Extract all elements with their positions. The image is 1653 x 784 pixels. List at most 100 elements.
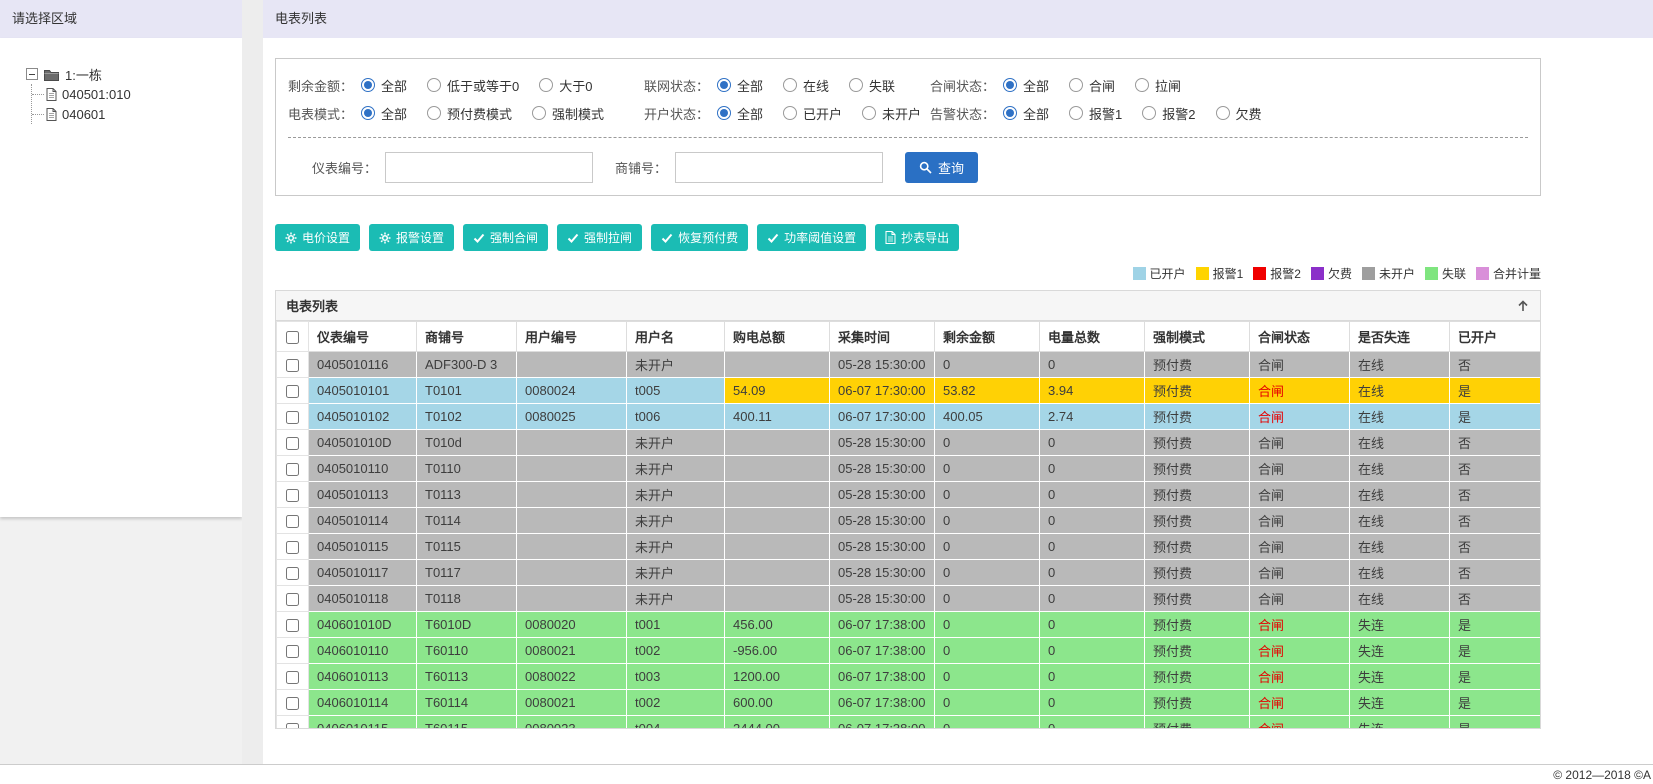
row-checkbox[interactable] [286,385,299,399]
collapse-up-icon[interactable] [1516,299,1530,313]
radio-option[interactable]: 全部 [361,76,407,95]
radio-icon[interactable] [1003,78,1018,92]
radio-option[interactable]: 在线 [783,76,829,95]
tree-node-label[interactable]: 040501:010 [62,87,131,102]
radio-option[interactable]: 全部 [1003,104,1049,123]
filter-row: 剩余金额： 全部 低于或等于0 大于0 联网状态： 全部 在线 失联 合闸状态： 全部 合闸 拉闸 [288,71,1528,99]
row-checkbox[interactable] [286,489,299,503]
radio-option[interactable]: 拉闸 [1135,76,1181,95]
radio-icon[interactable] [427,106,442,120]
table-cell: 预付费 [1144,637,1250,664]
action-button[interactable]: 强制拉闸 [557,224,643,251]
radio-option[interactable]: 强制模式 [532,104,604,123]
radio-option-label: 全部 [381,106,408,122]
action-button[interactable]: 功率阈值设置 [757,224,867,251]
table-cell: 54.09 [724,377,830,404]
table-cell: 合闸 [1249,689,1350,716]
radio-icon[interactable] [717,106,732,120]
row-checkbox[interactable] [286,567,299,581]
radio-icon[interactable] [862,106,877,120]
radio-icon[interactable] [361,106,376,120]
radio-option[interactable]: 低于或等于0 [427,76,519,95]
radio-option-label: 大于0 [559,78,593,94]
row-checkbox[interactable] [286,593,299,607]
row-checkbox-cell [276,403,309,430]
tree-node-label[interactable]: 040601 [62,107,105,122]
radio-icon[interactable] [783,106,798,120]
row-checkbox[interactable] [286,697,299,711]
row-checkbox[interactable] [286,437,299,451]
row-checkbox[interactable] [286,671,299,685]
table-cell: T010d [416,429,517,456]
select-all-checkbox[interactable] [286,331,299,345]
table-cell: 预付费 [1144,559,1250,586]
radio-option[interactable]: 未开户 [862,104,921,123]
action-button[interactable]: 恢复预付费 [651,224,749,251]
row-checkbox[interactable] [286,645,299,659]
radio-option[interactable]: 已开户 [783,104,842,123]
radio-icon[interactable] [1003,106,1018,120]
table-cell: T0115 [416,533,517,560]
radio-icon[interactable] [1069,78,1084,92]
table-cell: 0405010118 [308,585,417,612]
table-cell: 合闸 [1249,715,1350,728]
radio-option[interactable]: 预付费模式 [427,104,512,123]
tree-node[interactable]: 040601 [32,104,242,124]
table-cell: 0080021 [516,637,627,664]
table-row: 0405010113 T0113 未开户 05-28 15:30:00 0 0 预付费 合闸在… [276,481,1540,508]
row-checkbox[interactable] [286,515,299,529]
radio-icon[interactable] [427,78,442,92]
radio-icon[interactable] [717,78,732,92]
tree-collapse-toggle[interactable] [26,68,38,80]
radio-icon[interactable] [539,78,554,92]
tree-root-node[interactable]: 1:一栋 [26,64,242,84]
action-button-label: 强制拉闸 [584,231,633,245]
radio-option[interactable]: 失联 [849,76,895,95]
radio-icon[interactable] [1135,78,1150,92]
row-checkbox[interactable] [286,463,299,477]
action-button[interactable]: 强制合闸 [463,224,549,251]
row-checkbox[interactable] [286,359,299,373]
area-tree: 1:一栋 040501:010 040601 [0,64,242,124]
meter-no-input[interactable] [385,152,594,183]
filter-group: 合闸状态： 全部 合闸 拉闸 [930,76,1201,95]
shop-no-input[interactable] [675,152,884,183]
table-row: 0405010115 T0115 未开户 05-28 15:30:00 0 0 预付费 合闸在… [276,533,1540,560]
radio-option[interactable]: 报警1 [1069,104,1122,123]
radio-option[interactable]: 全部 [361,104,407,123]
table-cell [724,533,830,560]
radio-option[interactable]: 大于0 [539,76,593,95]
action-button[interactable]: 报警设置 [369,224,455,251]
table-cell: 合闸 [1249,663,1350,690]
radio-icon[interactable] [849,78,864,92]
radio-option-label: 全部 [737,106,764,122]
doc-icon [885,231,896,244]
tree-root-label[interactable]: 1:一栋 [65,65,102,84]
tree-node[interactable]: 040501:010 [32,84,242,104]
filter-input-row: 仪表编号： 商铺号： 查询 [288,152,1528,183]
filter-radio-rows: 剩余金额： 全部 低于或等于0 大于0 联网状态： 全部 在线 失联 合闸状态： 全部 合闸 拉闸 电表… [288,71,1528,127]
row-checkbox[interactable] [286,723,299,728]
radio-icon[interactable] [1215,106,1230,120]
radio-option[interactable]: 全部 [1003,76,1049,95]
radio-option[interactable]: 报警2 [1142,104,1196,123]
radio-icon[interactable] [1142,106,1157,120]
radio-option[interactable]: 欠费 [1215,104,1262,123]
row-checkbox-cell [276,429,309,456]
radio-icon[interactable] [361,78,376,92]
radio-option[interactable]: 全部 [717,76,763,95]
row-checkbox[interactable] [286,619,299,633]
action-button[interactable]: 电价设置 [275,224,361,251]
table-cell [516,455,627,482]
radio-option[interactable]: 合闸 [1069,76,1115,95]
row-checkbox[interactable] [286,541,299,555]
radio-icon[interactable] [783,78,798,92]
radio-icon[interactable] [532,106,547,120]
table-cell: 2.74 [1039,403,1145,430]
row-checkbox[interactable] [286,411,299,425]
radio-icon[interactable] [1069,106,1084,120]
filter-group: 剩余金额： 全部 低于或等于0 大于0 [288,76,644,95]
radio-option[interactable]: 全部 [717,104,763,123]
search-button[interactable]: 查询 [905,152,979,183]
action-button[interactable]: 抄表导出 [875,224,960,251]
